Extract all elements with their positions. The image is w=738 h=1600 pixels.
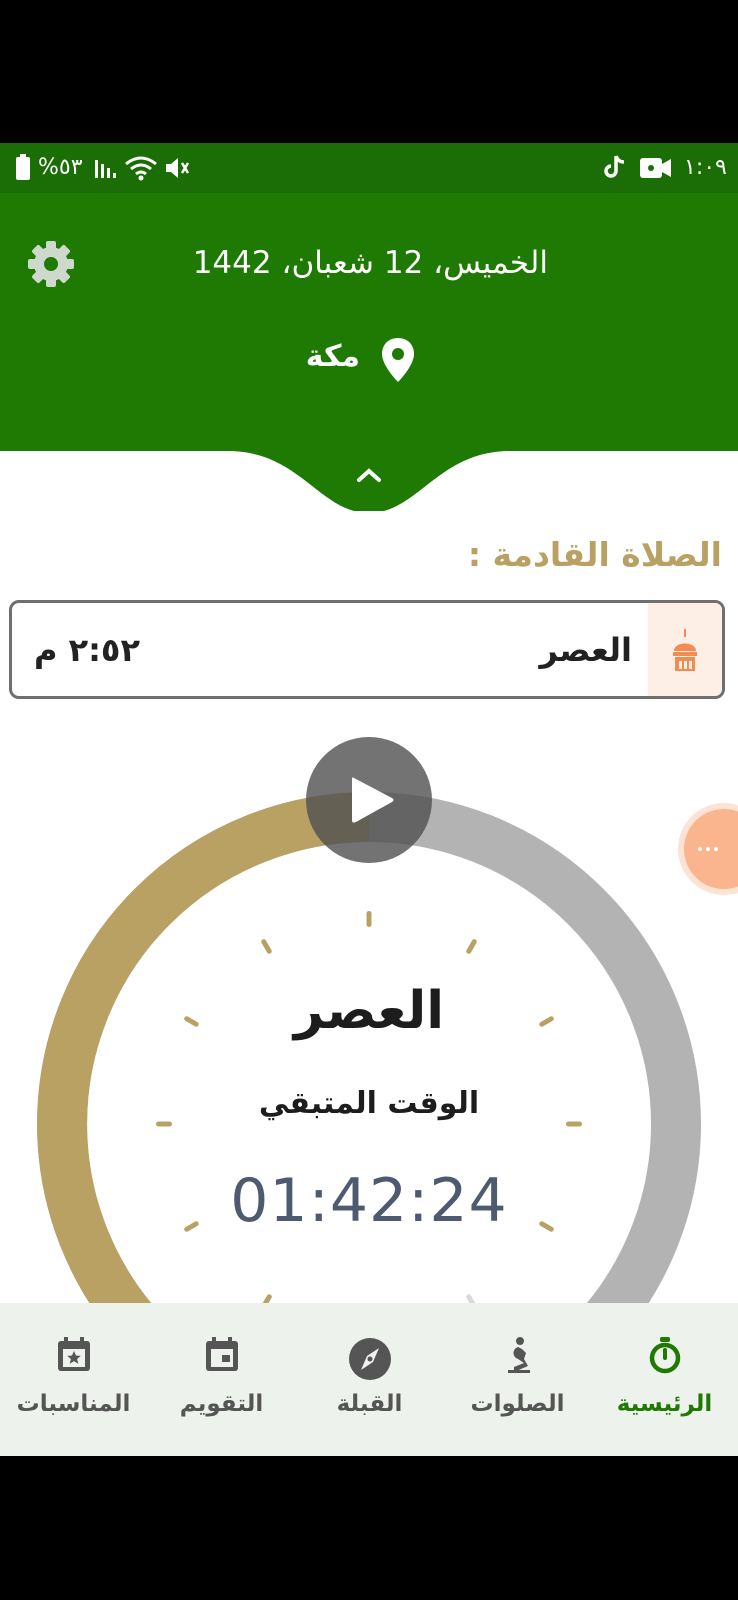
ring-tick [466,1294,477,1303]
countdown-timer: 01:42:24 [230,1166,508,1236]
ring-tick [466,939,477,954]
wifi-icon [124,155,158,185]
nav-item-events[interactable]: المناسبات [0,1303,147,1456]
nav-item-home[interactable]: الرئيسية [591,1303,738,1456]
nav-item-qibla[interactable]: القبلة [296,1303,443,1456]
signal-icon [95,156,121,182]
prayer-person-icon [498,1335,538,1375]
battery-percent: %٥٣ [38,155,83,180]
hijri-date: الخميس، 12 شعبان، 1442 [192,245,548,281]
battery-icon [16,154,30,180]
nav-item-calendar[interactable]: التقويم [148,1303,295,1456]
tiktok-icon [604,155,626,185]
city-name[interactable]: مكة [306,339,360,374]
ring-tick [261,1294,272,1303]
calendar-icon [202,1335,242,1375]
header: الخميس، 12 شعبان، 1442 مكة [0,193,738,451]
ring-tick [566,1121,582,1127]
video-icon [640,158,672,182]
nav-label-events: المناسبات [16,1391,131,1417]
floating-bubble-icon [696,841,720,860]
nav-label-calendar: التقويم [179,1391,264,1417]
mute-icon [162,155,190,185]
bottom-black-bar [0,1456,738,1600]
play-button[interactable] [306,737,432,863]
ring-tick [261,939,272,954]
main-content: الصلاة القادمة : العصر ٢:٥٢ م العصر الوق… [0,451,738,1303]
bottom-navigation: الرئيسية الصلوات القبلة التقويم المناسبا… [0,1303,738,1456]
ring-tick [366,911,372,927]
nav-label-qibla: القبلة [336,1391,403,1417]
nav-label-home: الرئيسية [616,1391,713,1417]
play-icon [350,775,396,829]
stopwatch-icon [645,1335,685,1375]
remaining-time-label: الوقت المتبقي [258,1086,480,1121]
top-black-bar [0,0,738,143]
nav-item-prayers[interactable]: الصلوات [444,1303,591,1456]
ring-tick [156,1121,172,1127]
ring-prayer-name: العصر [293,981,445,1041]
gear-icon[interactable] [26,239,76,289]
status-bar: %٥٣ ١:٠٩ [0,143,738,193]
compass-icon [348,1337,392,1381]
calendar-star-icon [54,1335,94,1375]
nav-label-prayers: الصلوات [470,1391,565,1417]
location-pin-icon[interactable] [381,338,415,386]
status-time: ١:٠٩ [684,155,727,180]
